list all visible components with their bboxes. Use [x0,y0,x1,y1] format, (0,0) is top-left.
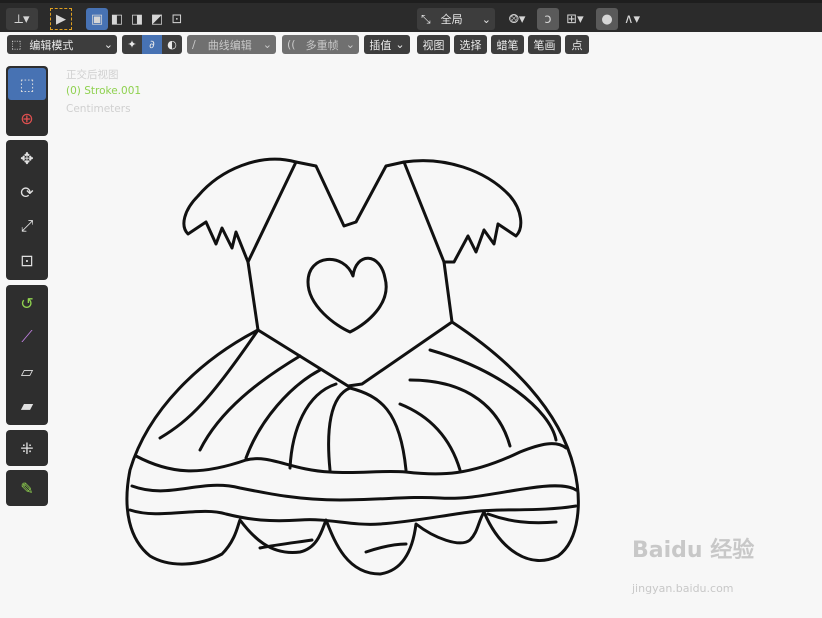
select-invert-icon[interactable]: ◩ [146,8,168,30]
chevron-down-icon: ⌄ [262,38,272,51]
multiframe-label: 多重帧 [305,38,339,52]
chevron-down-icon: ⌄ [103,38,113,51]
select-intersect-icon[interactable]: ⊡ [166,8,188,30]
chevron-down-icon: ⌄ [395,38,405,51]
watermark-url: jingyan.baidu.com [632,582,734,595]
select-stroke-mode-button[interactable]: ∂ [142,35,162,54]
curve-edit-label: 曲线编辑 [207,38,252,52]
skirt-band-stroke [130,483,578,502]
skirt-ruffle-stroke [198,354,302,452]
skirt-outline-stroke [125,320,580,576]
select-segment-mode-button[interactable]: ◐ [162,35,182,54]
pivot-label: 全局 [440,13,463,26]
chevron-down-icon: ⌄ [481,12,491,26]
pivot-dropdown[interactable]: ⤡ 全局 ⌄ [417,8,495,30]
mode-label: 编辑模式 [29,38,74,52]
snap-icon[interactable]: ⨷▾ [502,8,532,30]
menu-grease-pencil[interactable]: 蜡笔 [491,35,524,54]
stroke-mode-icon: ∂ [149,38,155,51]
skirt-ruffle-stroke [398,402,462,472]
overlay-dot-icon[interactable]: ● [596,8,618,30]
interpolate-label: 插值 [369,38,392,52]
menu-stroke[interactable]: 笔画 [528,35,561,54]
top-header: ⟂▾ ▶ ▣ ◧ ◨ ◩ ⊡ ⤡ 全局 ⌄ ⨷▾ ↄ ⊞▾ ● ∧▾ [0,0,822,32]
select-mode-icon[interactable]: ▶ [50,8,72,30]
pivot-icon: ⤡ [421,11,431,26]
proportional-edit-icon[interactable]: ↄ [537,8,559,30]
chevron-down-icon: ⌄ [345,38,355,51]
interpolate-dropdown[interactable]: 插值 ⌄ [364,35,410,54]
multiframe-toggle[interactable]: (( 多重帧 ⌄ [282,35,359,54]
falloff-curve-icon[interactable]: ∧▾ [618,8,646,30]
select-extend-icon[interactable]: ◧ [106,8,128,30]
heart-stroke [306,256,388,334]
menu-point[interactable]: 点 [565,35,589,54]
watermark-brand: Baidu 经验 [632,538,755,563]
mode-dropdown[interactable]: ⬚ 编辑模式 ⌄ [7,35,117,54]
bodice-stroke [246,160,454,388]
skirt-ruffle-stroke [327,386,408,472]
skirt-detail-stroke [258,538,314,550]
proportional-falloff-icon[interactable]: ⊞▾ [560,8,590,30]
select-subtract-icon[interactable]: ◨ [126,8,148,30]
select-point-mode-button[interactable]: ✦ [122,35,142,54]
skirt-ruffle-stroke [408,378,512,448]
menu-view[interactable]: 视图 [417,35,450,54]
skirt-ruffle-stroke [158,328,260,440]
left-sleeve-stroke [182,157,298,264]
right-sleeve-stroke [402,159,523,264]
segment-mode-icon: ◐ [167,38,177,51]
skirt-band-stroke [128,504,578,526]
header-separator [0,0,822,3]
curve-edit-toggle[interactable]: ∕ 曲线编辑 ⌄ [187,35,276,54]
point-mode-icon: ✦ [127,38,137,51]
skirt-detail-stroke [364,542,408,554]
skirt-detail-stroke [486,512,558,525]
multiframe-icon: (( [287,38,296,51]
edit-mode-icon: ⬚ [11,38,22,51]
watermark-logo: Baidu 经验 [632,532,754,564]
transform-orientation-icon[interactable]: ⟂▾ [6,8,38,30]
menu-select[interactable]: 选择 [454,35,487,54]
select-new-icon[interactable]: ▣ [86,8,108,30]
curve-icon: ∕ [192,38,196,51]
